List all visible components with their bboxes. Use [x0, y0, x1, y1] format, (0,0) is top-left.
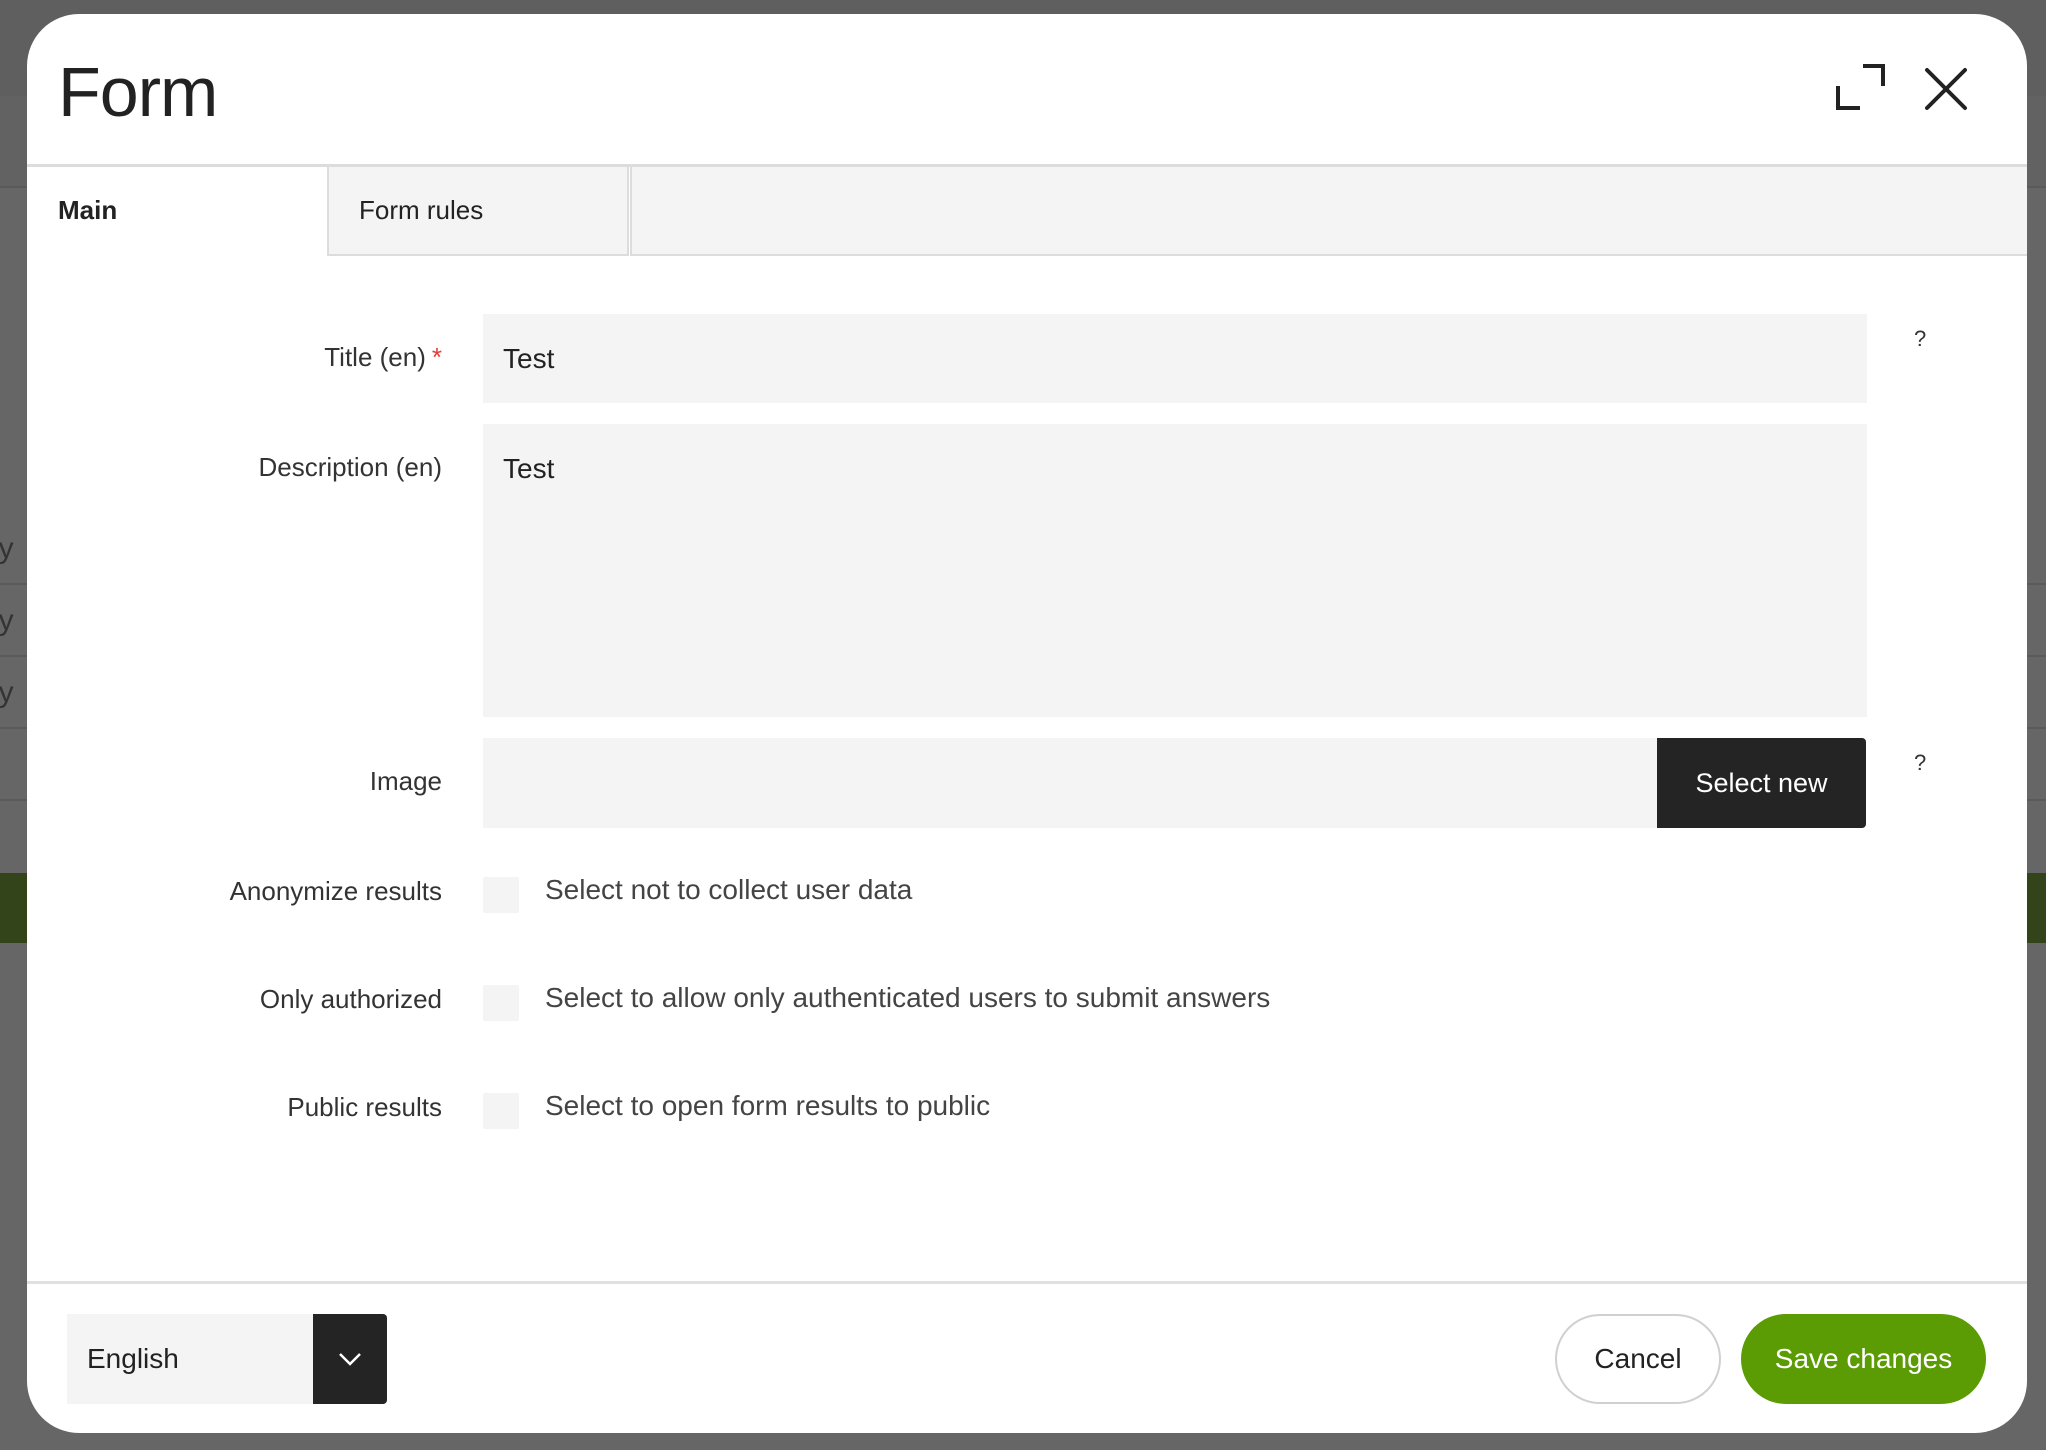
- description-label: Description (en): [258, 452, 442, 482]
- cancel-button[interactable]: Cancel: [1555, 1314, 1721, 1404]
- language-dropdown-toggle[interactable]: [313, 1314, 387, 1404]
- chevron-down-icon: [339, 1353, 361, 1366]
- public-results-label: Public results: [287, 1092, 442, 1122]
- tab-bar-filler: [630, 167, 2027, 256]
- tab-bar: Main Form rules: [27, 164, 2027, 256]
- close-button[interactable]: [1919, 62, 1975, 118]
- only-authorized-label: Only authorized: [259, 984, 442, 1014]
- background-row-text: ny: [0, 532, 14, 565]
- form-modal: Form Main Form rules Title (en)* ? Descr…: [27, 14, 2027, 1433]
- footer-divider: [27, 1281, 2027, 1284]
- language-select[interactable]: English: [67, 1314, 387, 1404]
- title-input[interactable]: [483, 314, 1867, 403]
- public-results-description: Select to open form results to public: [545, 1090, 991, 1121]
- expand-button[interactable]: [1833, 60, 1891, 118]
- tab-form-rules[interactable]: Form rules: [327, 167, 629, 256]
- anonymize-label: Anonymize results: [229, 876, 442, 906]
- save-changes-button[interactable]: Save changes: [1741, 1314, 1986, 1404]
- only-authorized-description: Select to allow only authenticated users…: [545, 982, 1271, 1013]
- image-label: Image: [369, 766, 442, 796]
- title-help-icon[interactable]: ?: [1914, 326, 1926, 352]
- anonymize-description: Select not to collect user data: [545, 874, 913, 905]
- public-results-checkbox[interactable]: [483, 1093, 519, 1129]
- image-input[interactable]: [483, 738, 1657, 828]
- image-help-icon[interactable]: ?: [1914, 750, 1926, 776]
- close-icon: [1925, 68, 1967, 110]
- background-row-text: ny: [0, 676, 14, 709]
- tab-main[interactable]: Main: [27, 167, 327, 256]
- title-label: Title (en) *: [324, 342, 442, 373]
- description-textarea[interactable]: Test: [483, 424, 1867, 717]
- only-authorized-checkbox[interactable]: [483, 985, 519, 1021]
- title-label-text: Title (en): [324, 342, 426, 372]
- anonymize-checkbox[interactable]: [483, 877, 519, 913]
- required-asterisk: *: [431, 342, 442, 372]
- expand-icon: [1836, 64, 1885, 110]
- background-row-text: ny: [0, 604, 14, 637]
- language-select-value: English: [87, 1343, 179, 1374]
- modal-title: Form: [58, 53, 218, 131]
- select-new-image-button[interactable]: Select new: [1657, 738, 1866, 828]
